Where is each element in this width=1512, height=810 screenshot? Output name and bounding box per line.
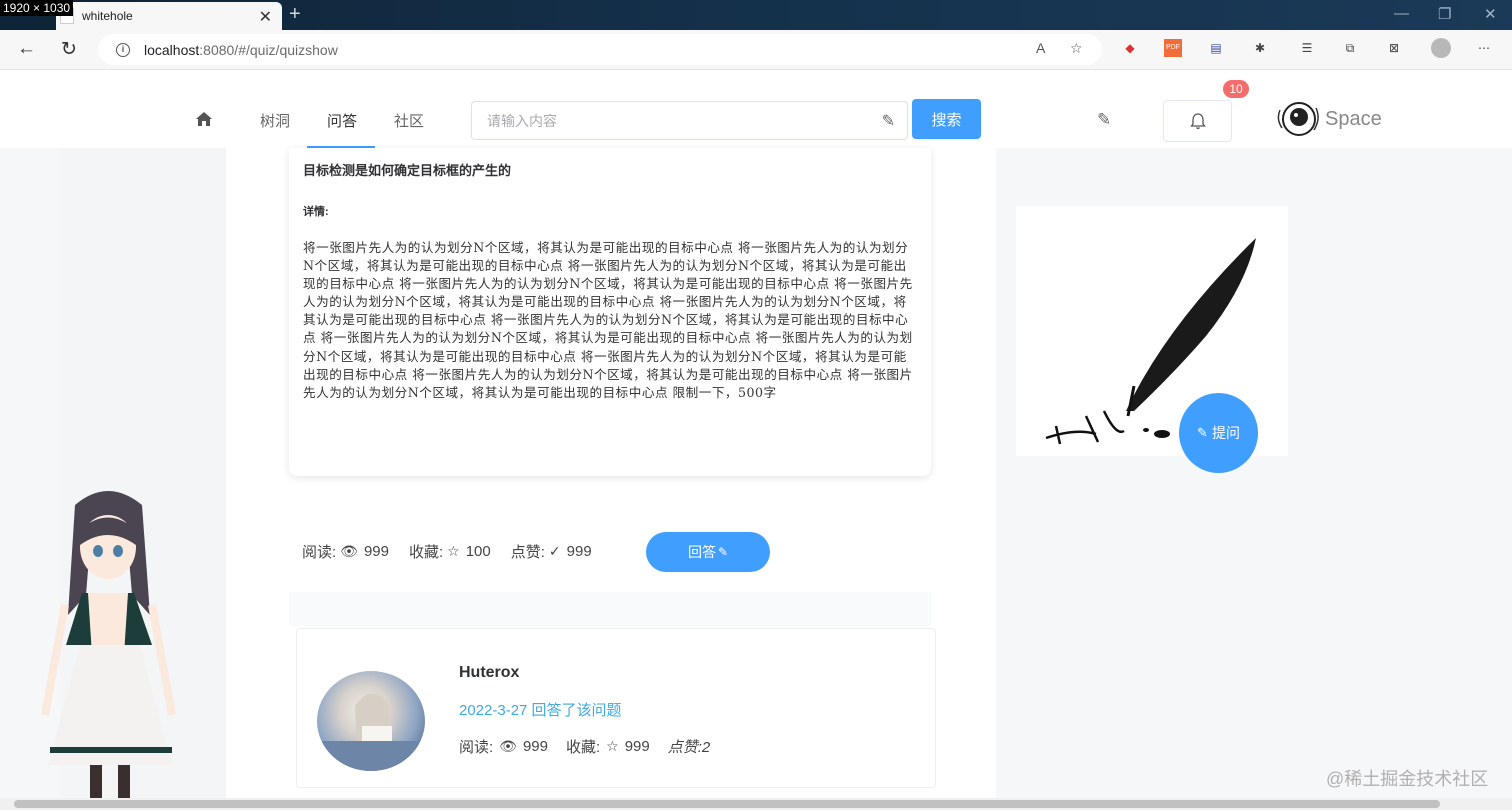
write-post-icon[interactable]: ✎ (1097, 110, 1111, 130)
question-title: 目标检测是如何确定目标框的产生的 (303, 163, 512, 178)
bell-icon (1189, 112, 1206, 129)
maximize-icon[interactable]: ❐ (1438, 5, 1451, 23)
live2d-mascot[interactable] (20, 485, 200, 798)
browser-tab[interactable]: whitehole ✕ (56, 2, 282, 30)
edit-icon: ✎ (717, 545, 729, 559)
site-info-icon[interactable]: i (116, 42, 130, 57)
answer-views-count: 999 (522, 738, 548, 755)
url-host: localhost (144, 41, 200, 58)
collections-icon[interactable]: ⧉ (1341, 39, 1359, 57)
pen-icon: ✎ (881, 113, 895, 130)
tab-title: whitehole (82, 9, 133, 23)
extensions-icon[interactable]: ✱ (1251, 39, 1269, 57)
likes-count: 999 (566, 543, 592, 560)
eye-icon: 👁 (499, 738, 517, 754)
question-body: 将一张图片先人为的认为划分N个区域，将其认为是可能出现的目标中心点 将一张图片先… (303, 240, 913, 400)
star-icon[interactable]: ☆ (447, 543, 460, 560)
search-placeholder: 请输入内容 (487, 112, 557, 129)
answer-author[interactable]: Huterox (459, 664, 519, 682)
likes-label: 点赞: (510, 544, 545, 561)
answer-button[interactable]: 回答 ✎ (646, 532, 770, 572)
details-label: 详情: (303, 206, 329, 218)
avatar[interactable] (317, 671, 425, 771)
answer-card[interactable]: Huterox 2022-3-27 回答了该问题 阅读: 👁 999 收藏: ☆… (296, 628, 936, 788)
nav-item-treehole[interactable]: 树洞 (260, 110, 290, 131)
ask-question-button[interactable]: ✎ 提问 (1179, 393, 1258, 473)
check-icon[interactable]: ✓ (549, 543, 561, 560)
views-label: 阅读: (302, 544, 337, 561)
avatar-illustration (317, 693, 425, 771)
question-card: 目标检测是如何确定目标框的产生的 详情: 将一张图片先人为的认为划分N个区域，将… (289, 148, 931, 476)
profile-icon[interactable] (1431, 38, 1451, 58)
answer-button-label: 回答 (687, 544, 716, 560)
search-input[interactable]: 请输入内容 ✎ (471, 101, 908, 140)
back-icon[interactable]: ← (17, 38, 36, 60)
nav-item-community[interactable]: 社区 (394, 110, 424, 131)
answer-stats: 阅读: 👁 999 收藏: ☆ 999 点赞:2 (459, 736, 710, 757)
question-stats: 阅读: 👁 999 收藏: ☆ 100 点赞: ✓ 999 (302, 541, 612, 562)
ask-button-label: 提问 (1211, 425, 1240, 441)
views-count: 999 (363, 543, 389, 560)
notification-badge: 10 (1223, 80, 1249, 98)
more-icon[interactable]: ⋯ (1475, 39, 1493, 57)
close-window-icon[interactable]: ✕ (1484, 5, 1497, 23)
edit-icon: ✎ (1197, 425, 1208, 440)
answer-likes[interactable]: 点赞:2 (668, 736, 711, 757)
extension-icon[interactable]: ◆ (1121, 39, 1139, 57)
favorites-label: 收藏: (408, 544, 444, 561)
watermark: @稀土掘金技术社区 (1326, 769, 1489, 789)
astronaut-logo[interactable] (1274, 100, 1321, 138)
notification-button[interactable] (1163, 100, 1232, 142)
answer-favorites-count: 999 (624, 738, 650, 755)
minimize-icon[interactable]: — (1394, 5, 1409, 22)
tab-close-icon[interactable]: ✕ (259, 7, 272, 27)
math-solver-icon[interactable]: ⊠ (1385, 39, 1403, 57)
brand-name[interactable]: Space (1325, 108, 1382, 131)
reload-icon[interactable]: ↻ (61, 38, 77, 61)
scrollbar-thumb[interactable] (14, 800, 1440, 808)
star-icon[interactable]: ☆ (606, 738, 619, 755)
favorite-add-icon[interactable]: ☆ (1070, 40, 1083, 57)
favorites-count: 100 (465, 543, 491, 560)
read-aloud-icon[interactable]: A (1036, 40, 1045, 56)
screen-size-badge: 1920 × 1030 (0, 0, 74, 16)
new-tab-icon[interactable]: + (289, 3, 301, 26)
nav-item-qa[interactable]: 问答 (327, 110, 357, 131)
home-icon[interactable] (196, 112, 212, 126)
search-button[interactable]: 搜索 (912, 99, 981, 139)
url-field[interactable]: i localhost:8080/#/quiz/quizshow A ☆ (98, 34, 1102, 65)
answer-date: 2022-3-27 回答了该问题 (459, 702, 622, 719)
favorites-icon[interactable]: ☰ (1298, 39, 1316, 57)
eye-icon: 👁 (340, 543, 358, 559)
extension-icon[interactable]: ▤ (1207, 39, 1225, 57)
site-header: 树洞 问答 社区 请输入内容 ✎ 搜索 ✎ 10 Space (0, 70, 1512, 148)
address-bar: ← ↻ i localhost:8080/#/quiz/quizshow A ☆… (0, 30, 1512, 70)
answer-favorites-label: 收藏: (565, 739, 601, 756)
answer-views-label: 阅读: (459, 739, 494, 756)
pdf-extension-icon[interactable]: PDF (1164, 39, 1182, 57)
section-divider (289, 592, 931, 626)
url-path: :8080/#/quiz/quizshow (199, 41, 338, 58)
